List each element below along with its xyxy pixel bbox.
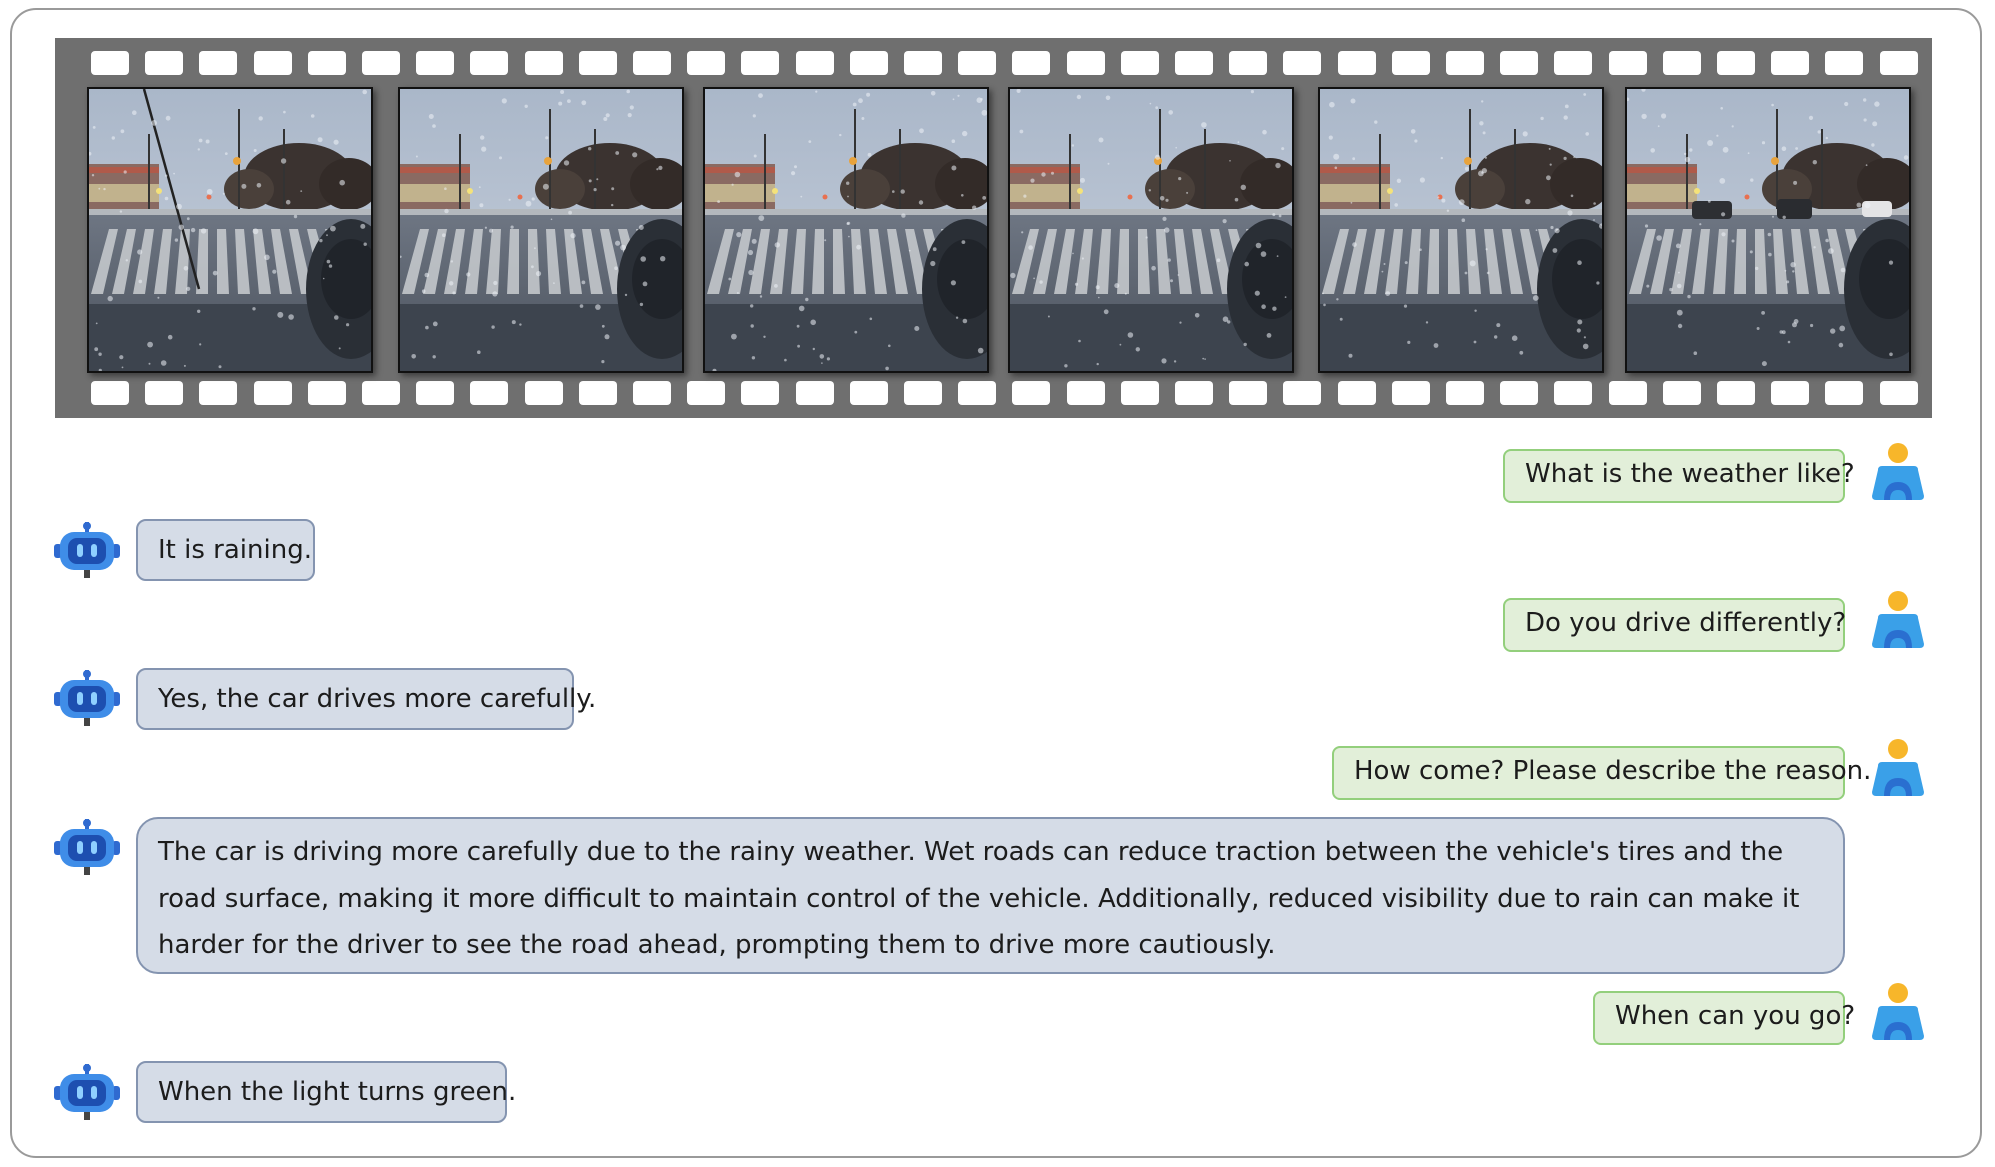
assistant-message-1: It is raining. [136,519,315,581]
user-avatar-icon [1866,440,1930,508]
sprocket-hole [1446,51,1484,75]
video-frame-3 [703,87,989,373]
sprocket-hole [578,381,617,405]
sprocket-hole [687,51,726,75]
user-message-3: How come? Please describe the reason. [1332,746,1871,800]
sprocket-hole [958,381,997,405]
sprocket-hole [253,51,292,75]
sprocket-hole [1120,51,1159,75]
sprocket-hole [307,381,346,405]
robot-assistant-icon [54,819,120,883]
sprocket-hole [795,381,834,405]
sprocket-hole [1608,51,1647,75]
sprocket-hole [145,51,184,75]
sprocket-hole [1500,51,1539,75]
sprocket-hole [416,51,455,75]
sprocket-hole [1391,381,1430,405]
sprocket-holes-top [55,51,1932,75]
robot-assistant-icon [54,1064,120,1128]
sprocket-hole [1879,51,1918,75]
sprocket-hole [849,51,888,75]
sprocket-hole [687,381,726,405]
sprocket-hole [253,381,292,405]
assistant-message-4: When the light turns green. [136,1061,516,1123]
sprocket-hole [524,381,563,405]
sprocket-hole [1066,51,1105,75]
sprocket-hole [578,51,617,75]
sprocket-hole [1662,51,1701,75]
user-avatar-icon [1866,588,1930,656]
sprocket-hole [1717,381,1755,405]
sprocket-hole [91,381,129,405]
sprocket-hole [1879,381,1918,405]
sprocket-hole [795,51,834,75]
sprocket-hole [1012,51,1051,75]
sprocket-hole [1662,381,1701,405]
sprocket-hole [470,51,509,75]
sprocket-hole [470,381,509,405]
sprocket-hole [1825,51,1864,75]
sprocket-hole [633,381,671,405]
sprocket-hole [1229,51,1268,75]
sprocket-hole [849,381,888,405]
sprocket-hole [1229,381,1268,405]
sprocket-hole [307,51,346,75]
sprocket-hole [1175,51,1213,75]
sprocket-hole [1066,381,1105,405]
sprocket-hole [633,51,671,75]
sprocket-hole [1446,381,1484,405]
sprocket-hole [958,51,997,75]
sprocket-hole [1175,381,1213,405]
sprocket-hole [145,381,184,405]
sprocket-hole [1554,381,1593,405]
sprocket-hole [904,51,942,75]
video-frame-4 [1008,87,1294,373]
sprocket-hole [1500,381,1539,405]
sprocket-holes-bottom [55,381,1932,405]
sprocket-hole [741,381,780,405]
assistant-message-2: Yes, the car drives more carefully. [136,668,596,730]
sprocket-hole [1391,51,1430,75]
sprocket-hole [741,51,780,75]
assistant-message-3: The car is driving more carefully due to… [136,817,1845,974]
sprocket-hole [416,381,455,405]
video-film-strip [55,38,1932,418]
sprocket-hole [1771,381,1810,405]
sprocket-hole [1608,381,1647,405]
sprocket-hole [1337,51,1376,75]
sprocket-hole [362,51,400,75]
sprocket-hole [199,51,238,75]
sprocket-hole [904,381,942,405]
user-message-1: What is the weather like? [1503,449,1855,503]
sprocket-hole [91,51,129,75]
sprocket-hole [1120,381,1159,405]
sprocket-hole [1771,51,1810,75]
sprocket-hole [1717,51,1755,75]
robot-assistant-icon [54,522,120,586]
sprocket-hole [199,381,238,405]
sprocket-hole [1283,51,1322,75]
sprocket-hole [1283,381,1322,405]
sprocket-hole [1825,381,1864,405]
sprocket-hole [362,381,400,405]
sprocket-hole [524,51,563,75]
video-frame-5 [1318,87,1604,373]
user-message-2: Do you drive differently? [1503,598,1846,652]
robot-assistant-icon [54,670,120,734]
sprocket-hole [1012,381,1051,405]
user-message-4: When can you go? [1593,991,1855,1045]
video-frame-2 [398,87,684,373]
user-avatar-icon [1866,980,1930,1048]
sprocket-hole [1337,381,1376,405]
video-frame-6 [1625,87,1911,373]
video-frame-1 [87,87,373,373]
user-avatar-icon [1866,736,1930,804]
sprocket-hole [1554,51,1593,75]
